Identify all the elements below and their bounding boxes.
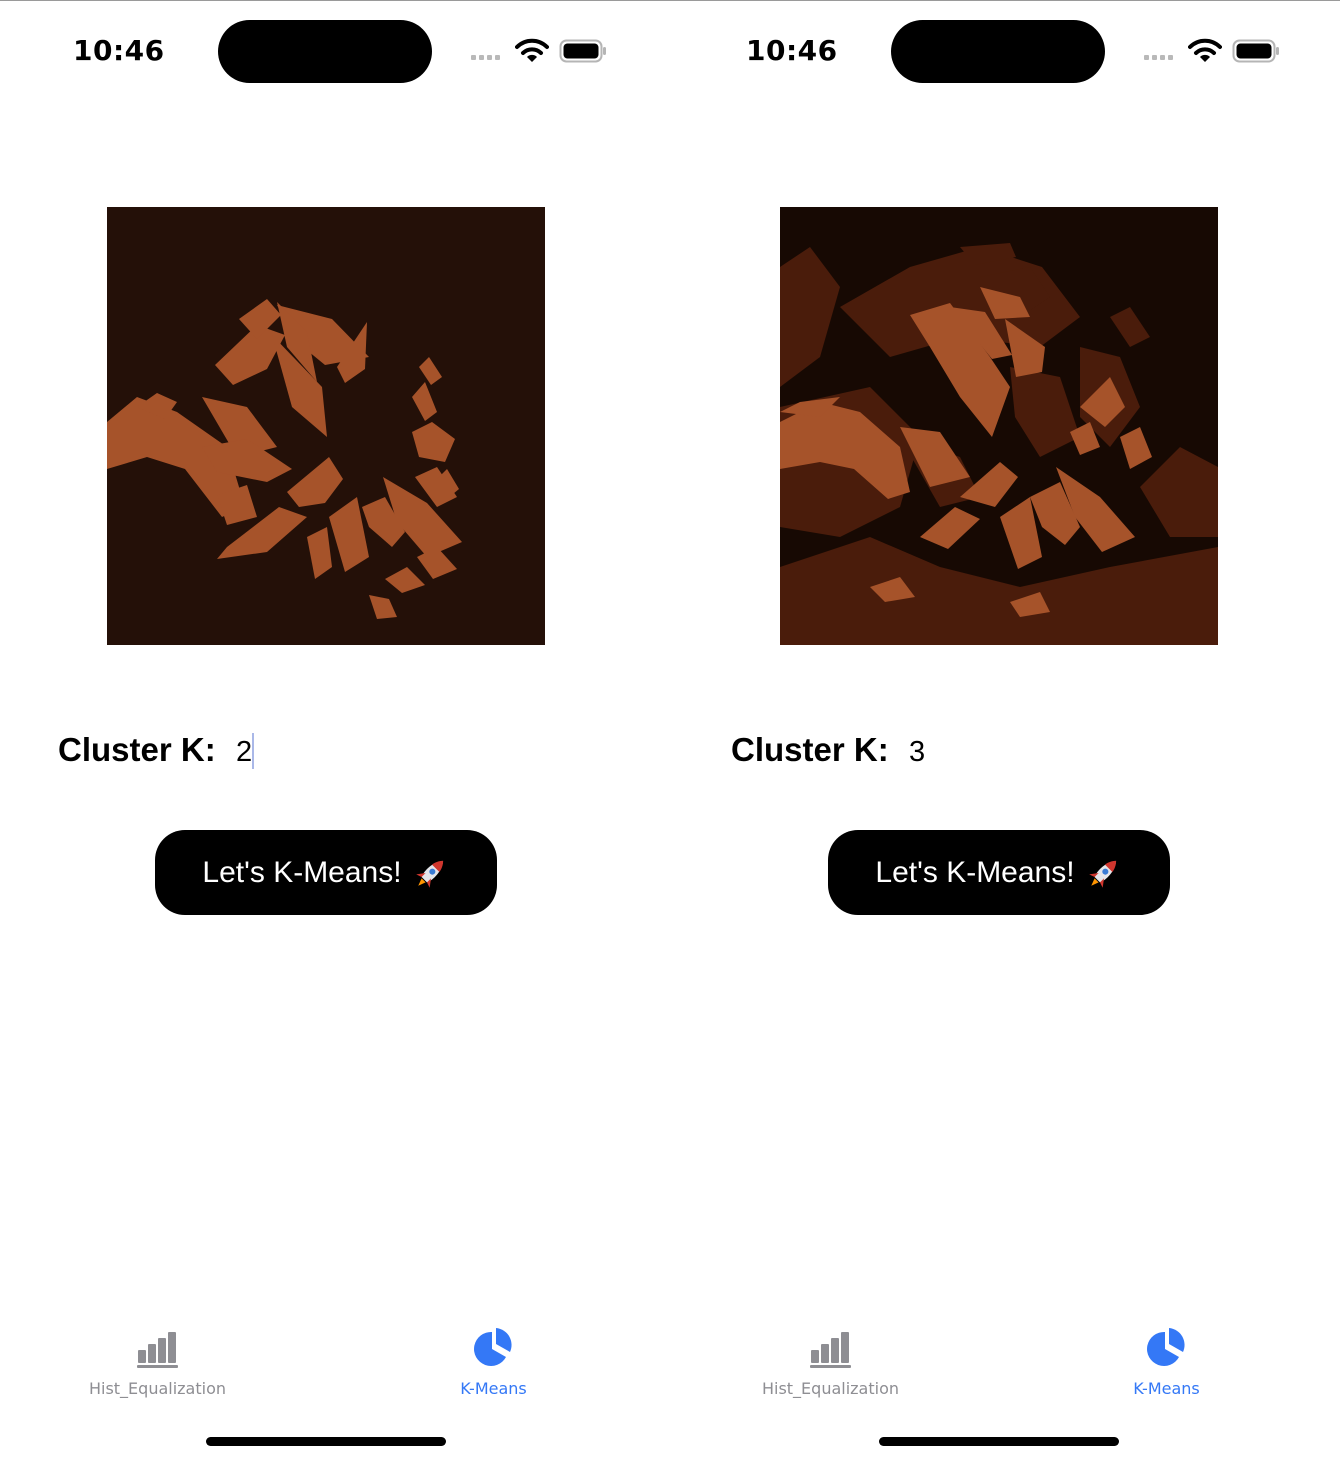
status-time: 10:46 bbox=[746, 34, 838, 67]
phone-screen-k3: 10:46 Cluster K: 3 Let's K-Means! Hist_E… bbox=[673, 0, 1340, 1460]
home-indicator[interactable] bbox=[206, 1437, 446, 1446]
bar-chart-icon bbox=[136, 1332, 178, 1368]
wifi-icon bbox=[1188, 38, 1222, 62]
signal-dots-icon bbox=[1144, 55, 1180, 61]
text-caret bbox=[252, 733, 254, 769]
kmeans-result-image bbox=[780, 207, 1218, 645]
tab-hist-equalization-label: Hist_Equalization bbox=[88, 1379, 227, 1398]
signal-dots-icon bbox=[471, 55, 507, 61]
run-kmeans-label: Let's K-Means! bbox=[875, 855, 1075, 889]
pie-chart-icon bbox=[1146, 1328, 1185, 1366]
rocket-icon bbox=[1088, 860, 1116, 888]
tab-k-means[interactable]: K-Means bbox=[1109, 1326, 1224, 1398]
bar-chart-icon bbox=[809, 1332, 851, 1368]
cluster-k-input[interactable] bbox=[909, 734, 1109, 770]
battery-icon bbox=[559, 39, 606, 63]
battery-icon bbox=[1232, 39, 1279, 63]
tab-k-means-label: K-Means bbox=[460, 1379, 527, 1398]
kmeans-result-image bbox=[107, 207, 545, 645]
dynamic-island bbox=[891, 20, 1105, 83]
status-time: 10:46 bbox=[73, 34, 165, 67]
tab-hist-equalization-label: Hist_Equalization bbox=[761, 1379, 900, 1398]
dynamic-island bbox=[218, 20, 432, 83]
tab-k-means-label: K-Means bbox=[1133, 1379, 1200, 1398]
cluster-k-label: Cluster K: bbox=[731, 731, 889, 768]
phone-screen-k2: 10:46 Cluster K: 2 Let's K-Means! Hist_E… bbox=[0, 0, 670, 1460]
tab-hist-equalization[interactable]: Hist_Equalization bbox=[733, 1326, 928, 1398]
tab-hist-equalization[interactable]: Hist_Equalization bbox=[60, 1326, 255, 1398]
cluster-k-label: Cluster K: bbox=[58, 731, 216, 768]
wifi-icon bbox=[515, 38, 549, 62]
pie-chart-icon bbox=[473, 1328, 512, 1366]
run-kmeans-button[interactable]: Let's K-Means! bbox=[155, 830, 497, 915]
cluster-k-input[interactable] bbox=[236, 734, 436, 770]
run-kmeans-label: Let's K-Means! bbox=[202, 855, 402, 889]
rocket-icon bbox=[415, 860, 443, 888]
run-kmeans-button[interactable]: Let's K-Means! bbox=[828, 830, 1170, 915]
home-indicator[interactable] bbox=[879, 1437, 1119, 1446]
tab-k-means[interactable]: K-Means bbox=[436, 1326, 551, 1398]
